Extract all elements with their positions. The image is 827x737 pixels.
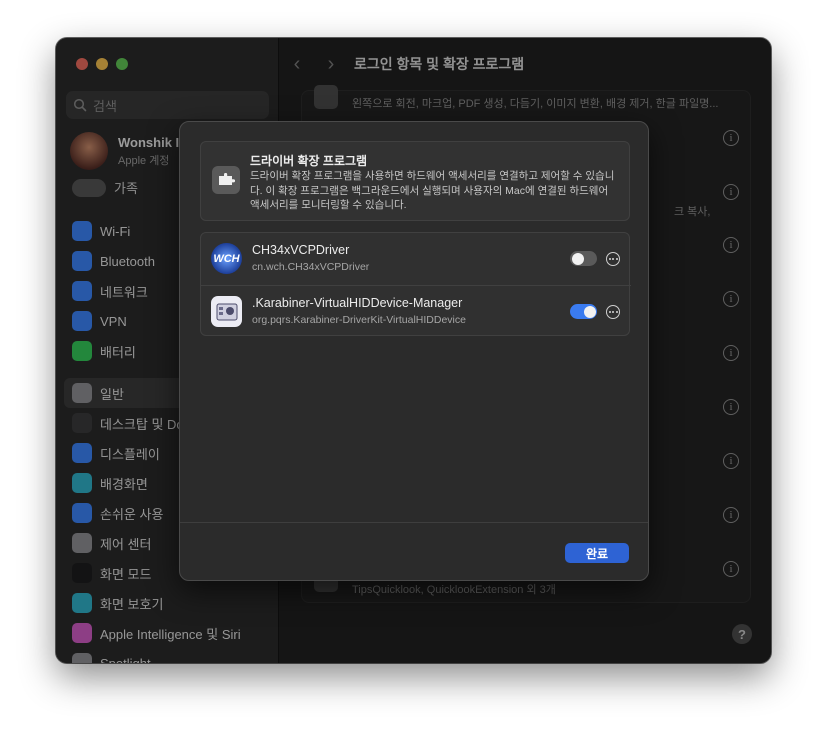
driver-extensions-sheet: 드라이버 확장 프로그램 드라이버 확장 프로그램을 사용하면 하드웨어 액세서… — [179, 121, 649, 581]
extension-name: CH34xVCPDriver — [252, 243, 350, 257]
puzzle-piece-icon — [212, 166, 240, 194]
sheet-description: 드라이버 확장 프로그램을 사용하면 하드웨어 액세서리를 연결하고 제어할 수… — [250, 170, 615, 211]
sheet-title: 드라이버 확장 프로그램 — [250, 154, 368, 168]
divider — [180, 522, 648, 523]
more-options-button[interactable] — [606, 252, 620, 266]
driver-extension-list: WCH CH34xVCPDriver cn.wch.CH34xVCPDriver — [200, 232, 631, 337]
sheet-header: 드라이버 확장 프로그램 드라이버 확장 프로그램을 사용하면 하드웨어 액세서… — [200, 141, 630, 221]
list-item: .Karabiner-VirtualHIDDevice-Manager org.… — [201, 285, 631, 337]
extension-toggle[interactable] — [570, 304, 597, 319]
wch-logo-icon: WCH — [211, 243, 242, 274]
system-settings-window: 검색 Wonshik I Apple 계정 가족 Wi-Fi Bluetooth 네… — [56, 38, 771, 663]
extension-bundle-id: org.pqrs.Karabiner-DriverKit-VirtualHIDD… — [252, 314, 466, 326]
extension-name: .Karabiner-VirtualHIDDevice-Manager — [252, 296, 463, 310]
done-button[interactable]: 완료 — [565, 543, 629, 563]
more-options-button[interactable] — [606, 305, 620, 319]
extension-bundle-id: cn.wch.CH34xVCPDriver — [252, 261, 370, 273]
karabiner-icon — [211, 296, 242, 327]
list-item: WCH CH34xVCPDriver cn.wch.CH34xVCPDriver — [201, 233, 631, 285]
extension-toggle[interactable] — [570, 251, 597, 266]
